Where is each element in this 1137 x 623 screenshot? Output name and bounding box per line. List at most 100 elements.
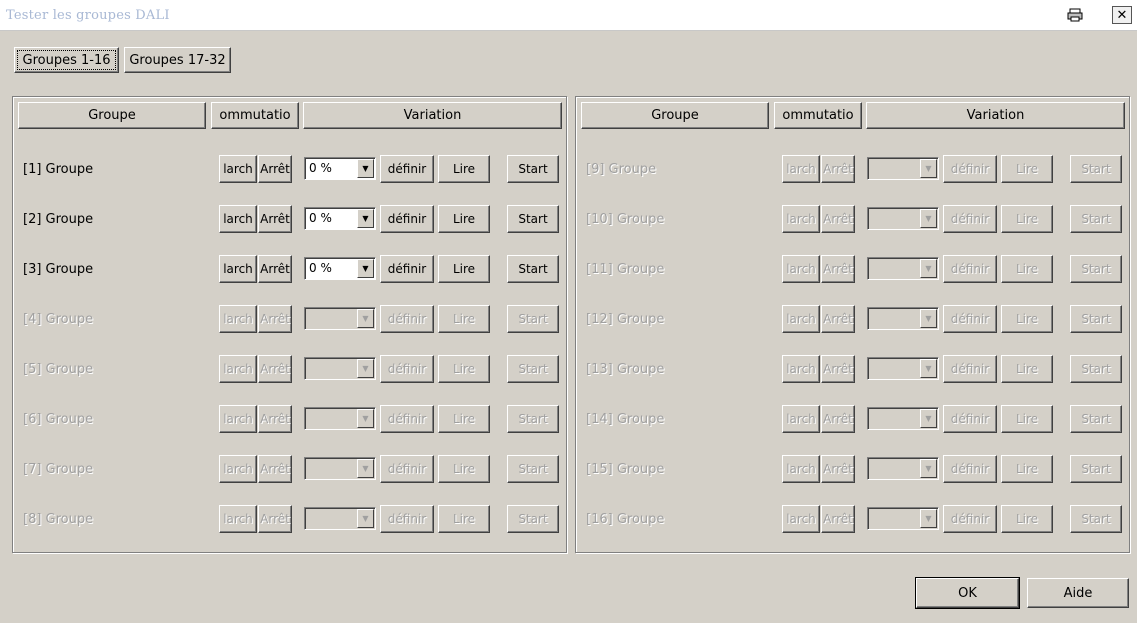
marche-button[interactable]: larch [219, 255, 257, 283]
lire-button[interactable]: Lire [1001, 405, 1053, 433]
definir-button[interactable]: définir [943, 505, 997, 533]
lire-button[interactable]: Lire [1001, 455, 1053, 483]
level-select[interactable]: ▼ [304, 357, 376, 380]
arret-button[interactable]: Arrêt [821, 405, 855, 433]
chevron-down-icon[interactable]: ▼ [357, 209, 374, 228]
lire-button[interactable]: Lire [438, 455, 490, 483]
marche-button[interactable]: larch [782, 355, 820, 383]
marche-button[interactable]: larch [219, 505, 257, 533]
level-select[interactable]: ▼ [867, 507, 939, 530]
lire-button[interactable]: Lire [438, 305, 490, 333]
start-button[interactable]: Start [507, 255, 559, 283]
marche-button[interactable]: larch [219, 405, 257, 433]
definir-button[interactable]: définir [380, 405, 434, 433]
tab-groupes-17-32[interactable]: Groupes 17-32 [124, 47, 231, 73]
level-select[interactable]: ▼ [867, 157, 939, 180]
marche-button[interactable]: larch [782, 255, 820, 283]
arret-button[interactable]: Arrêt [821, 455, 855, 483]
definir-button[interactable]: définir [943, 355, 997, 383]
chevron-down-icon[interactable]: ▼ [920, 309, 937, 328]
lire-button[interactable]: Lire [438, 155, 490, 183]
definir-button[interactable]: définir [943, 255, 997, 283]
chevron-down-icon[interactable]: ▼ [920, 509, 937, 528]
header-groupe[interactable]: Groupe [18, 102, 206, 129]
start-button[interactable]: Start [507, 205, 559, 233]
chevron-down-icon[interactable]: ▼ [920, 209, 937, 228]
marche-button[interactable]: larch [782, 205, 820, 233]
printer-icon[interactable] [1065, 6, 1085, 24]
chevron-down-icon[interactable]: ▼ [920, 159, 937, 178]
ok-button[interactable]: OK [915, 577, 1020, 609]
arret-button[interactable]: Arrêt [258, 355, 292, 383]
level-select[interactable]: 0 % ▼ [304, 207, 376, 230]
definir-button[interactable]: définir [380, 155, 434, 183]
start-button[interactable]: Start [507, 455, 559, 483]
lire-button[interactable]: Lire [438, 405, 490, 433]
definir-button[interactable]: définir [380, 505, 434, 533]
arret-button[interactable]: Arrêt [821, 155, 855, 183]
start-button[interactable]: Start [1070, 305, 1122, 333]
start-button[interactable]: Start [1070, 405, 1122, 433]
definir-button[interactable]: définir [380, 455, 434, 483]
level-select[interactable]: ▼ [867, 357, 939, 380]
start-button[interactable]: Start [1070, 255, 1122, 283]
arret-button[interactable]: Arrêt [821, 505, 855, 533]
arret-button[interactable]: Arrêt [258, 405, 292, 433]
level-select[interactable]: ▼ [304, 507, 376, 530]
chevron-down-icon[interactable]: ▼ [357, 509, 374, 528]
marche-button[interactable]: larch [219, 305, 257, 333]
level-select[interactable]: 0 % ▼ [304, 157, 376, 180]
definir-button[interactable]: définir [380, 205, 434, 233]
level-select[interactable]: ▼ [304, 307, 376, 330]
chevron-down-icon[interactable]: ▼ [357, 309, 374, 328]
marche-button[interactable]: larch [219, 455, 257, 483]
level-select[interactable]: 0 % ▼ [304, 257, 376, 280]
arret-button[interactable]: Arrêt [258, 305, 292, 333]
header-variation[interactable]: Variation [303, 102, 562, 129]
start-button[interactable]: Start [1070, 355, 1122, 383]
definir-button[interactable]: définir [943, 305, 997, 333]
chevron-down-icon[interactable]: ▼ [357, 359, 374, 378]
arret-button[interactable]: Arrêt [821, 305, 855, 333]
marche-button[interactable]: larch [782, 405, 820, 433]
lire-button[interactable]: Lire [438, 505, 490, 533]
arret-button[interactable]: Arrêt [258, 155, 292, 183]
chevron-down-icon[interactable]: ▼ [357, 159, 374, 178]
level-select[interactable]: ▼ [867, 457, 939, 480]
lire-button[interactable]: Lire [438, 355, 490, 383]
level-select[interactable]: ▼ [304, 457, 376, 480]
lire-button[interactable]: Lire [1001, 305, 1053, 333]
start-button[interactable]: Start [507, 155, 559, 183]
level-select[interactable]: ▼ [867, 307, 939, 330]
start-button[interactable]: Start [1070, 455, 1122, 483]
arret-button[interactable]: Arrêt [821, 355, 855, 383]
arret-button[interactable]: Arrêt [258, 505, 292, 533]
lire-button[interactable]: Lire [1001, 355, 1053, 383]
start-button[interactable]: Start [1070, 205, 1122, 233]
marche-button[interactable]: larch [782, 455, 820, 483]
close-icon[interactable]: ✕ [1112, 6, 1132, 24]
lire-button[interactable]: Lire [438, 255, 490, 283]
help-button[interactable]: Aide [1027, 578, 1129, 608]
level-select[interactable]: ▼ [867, 207, 939, 230]
lire-button[interactable]: Lire [1001, 505, 1053, 533]
start-button[interactable]: Start [1070, 505, 1122, 533]
marche-button[interactable]: larch [782, 155, 820, 183]
arret-button[interactable]: Arrêt [821, 205, 855, 233]
definir-button[interactable]: définir [943, 205, 997, 233]
level-select[interactable]: ▼ [867, 407, 939, 430]
header-commutation[interactable]: ommutatio [774, 102, 862, 129]
definir-button[interactable]: définir [943, 155, 997, 183]
header-variation[interactable]: Variation [866, 102, 1125, 129]
lire-button[interactable]: Lire [1001, 255, 1053, 283]
chevron-down-icon[interactable]: ▼ [920, 359, 937, 378]
arret-button[interactable]: Arrêt [258, 205, 292, 233]
marche-button[interactable]: larch [219, 155, 257, 183]
definir-button[interactable]: définir [943, 405, 997, 433]
header-commutation[interactable]: ommutatio [211, 102, 299, 129]
level-select[interactable]: ▼ [867, 257, 939, 280]
header-groupe[interactable]: Groupe [581, 102, 769, 129]
marche-button[interactable]: larch [219, 355, 257, 383]
chevron-down-icon[interactable]: ▼ [920, 259, 937, 278]
start-button[interactable]: Start [507, 355, 559, 383]
